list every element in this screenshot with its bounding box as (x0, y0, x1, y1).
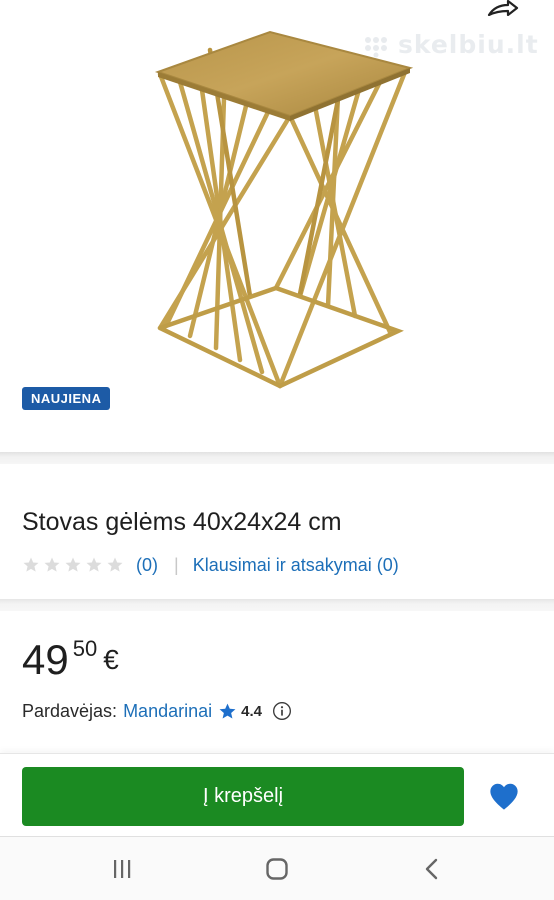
add-to-cart-button[interactable]: Į krepšelį (22, 767, 464, 826)
section-divider (0, 599, 554, 611)
product-gallery[interactable]: skelbiu.lt NAUJIENA (0, 0, 554, 452)
back-button[interactable] (416, 855, 448, 883)
share-icon[interactable] (486, 0, 520, 16)
seller-rating: 4.4 (241, 702, 262, 720)
recent-apps-icon (114, 860, 131, 878)
star-empty-icon (23, 557, 39, 572)
seller-name-link[interactable]: Mandarinai (123, 701, 212, 722)
price-currency: € (103, 644, 119, 675)
recent-apps-button[interactable] (106, 855, 138, 883)
heart-icon (490, 783, 518, 810)
rating-stars[interactable] (22, 556, 124, 574)
watermark-text: skelbiu.lt (398, 30, 539, 59)
star-empty-icon (44, 557, 60, 572)
favorite-button[interactable] (482, 776, 526, 816)
home-button[interactable] (261, 855, 293, 883)
action-bar: Į krepšelį (0, 753, 554, 836)
product-title: Stovas gėlėms 40x24x24 cm (22, 508, 342, 536)
qa-link[interactable]: Klausimai ir atsakymai (0) (193, 555, 399, 576)
star-empty-icon (86, 557, 102, 572)
price: 49 50 € (22, 636, 119, 684)
rating-row: (0) | Klausimai ir atsakymai (0) (22, 553, 399, 577)
separator: | (174, 554, 179, 575)
price-integer: 49 (22, 636, 69, 683)
product-image[interactable] (150, 26, 415, 398)
info-icon[interactable] (272, 701, 292, 721)
star-empty-icon (65, 557, 81, 572)
star-empty-icon (107, 557, 123, 572)
star-icon (219, 703, 236, 719)
section-divider (0, 452, 554, 464)
product-page: skelbiu.lt NAUJIENA Stovas gėlėms 40x24x… (0, 0, 554, 900)
reviews-count-link[interactable]: (0) (136, 555, 158, 576)
seller-label: Pardavėjas: (22, 700, 118, 721)
new-badge: NAUJIENA (22, 387, 111, 410)
seller-row: Pardavėjas: Mandarinai 4.4 (22, 698, 292, 724)
price-decimal: 50 (72, 636, 98, 661)
system-nav-bar (0, 836, 554, 900)
home-icon (266, 858, 288, 880)
back-icon (425, 858, 438, 880)
